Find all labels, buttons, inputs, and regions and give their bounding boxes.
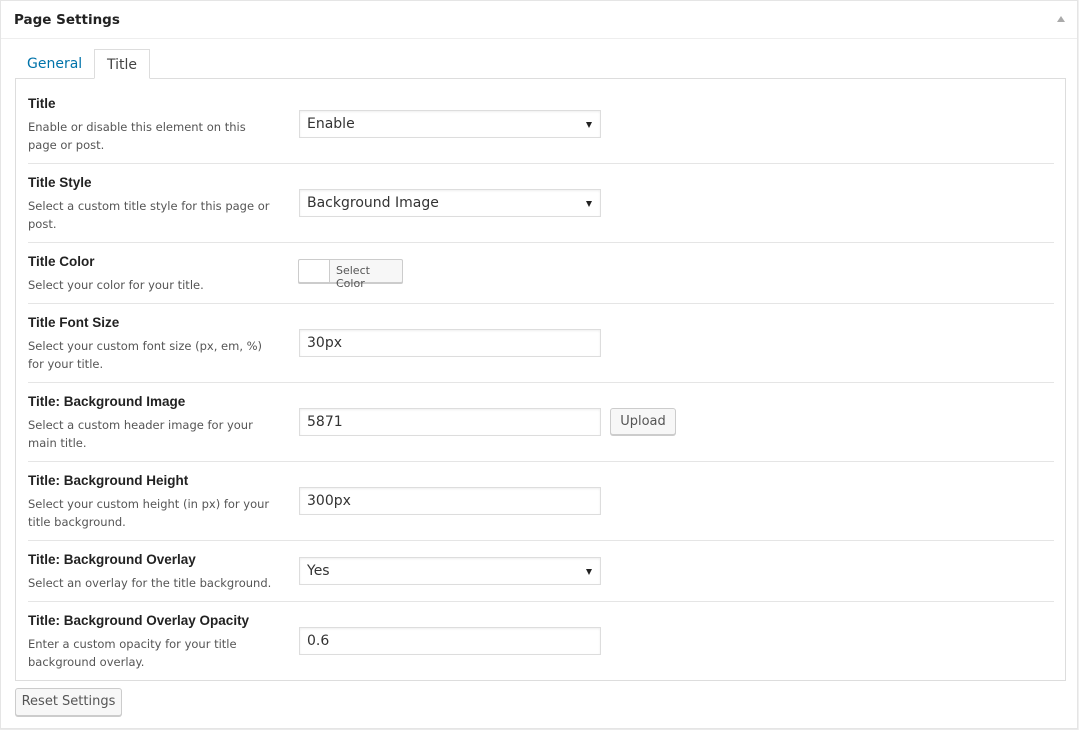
- title-settings-panel: Title Enable or disable this element on …: [15, 78, 1066, 681]
- chevron-down-icon: [586, 569, 592, 575]
- setting-description: Select a custom header image for your ma…: [28, 418, 253, 450]
- setting-row-title: Title Enable or disable this element on …: [28, 96, 1054, 164]
- metabox-title: Page Settings: [14, 12, 120, 28]
- setting-label: Title: Background Overlay Opacity: [28, 613, 250, 628]
- metabox-header[interactable]: Page Settings: [1, 1, 1077, 39]
- color-swatch: [299, 260, 330, 282]
- background-overlay-opacity-input[interactable]: 0.6: [299, 627, 601, 655]
- tab-general[interactable]: General: [15, 49, 94, 79]
- page-settings-metabox: Page Settings General Title Title Enable…: [0, 0, 1078, 729]
- setting-row-background-image: Title: Background Image Select a custom …: [28, 394, 1054, 462]
- setting-description: Enter a custom opacity for your title ba…: [28, 637, 237, 669]
- background-height-input[interactable]: 300px: [299, 487, 601, 515]
- setting-label: Title: Background Height: [28, 473, 189, 488]
- input-value: 5871: [307, 414, 343, 430]
- setting-row-background-height: Title: Background Height Select your cus…: [28, 473, 1054, 541]
- select-value: Yes: [307, 563, 330, 579]
- setting-label: Title: [28, 96, 56, 111]
- setting-label: Title: Background Overlay: [28, 552, 196, 567]
- input-value: 300px: [307, 493, 351, 509]
- select-value: Background Image: [307, 195, 439, 211]
- input-value: 30px: [307, 335, 342, 351]
- setting-row-background-overlay-opacity: Title: Background Overlay Opacity Enter …: [28, 613, 1054, 681]
- setting-label: Title Style: [28, 175, 92, 190]
- setting-description: Select your color for your title.: [28, 278, 204, 292]
- setting-description: Select an overlay for the title backgrou…: [28, 576, 272, 590]
- tab-title[interactable]: Title: [94, 49, 151, 79]
- setting-row-background-overlay: Title: Background Overlay Select an over…: [28, 552, 1054, 602]
- select-value: Enable: [307, 116, 355, 132]
- setting-description: Select your custom font size (px, em, %)…: [28, 339, 263, 371]
- title-enable-select[interactable]: Enable: [299, 110, 601, 138]
- upload-button[interactable]: Upload: [610, 408, 676, 435]
- chevron-down-icon: [586, 201, 592, 207]
- setting-description: Enable or disable this element on this p…: [28, 120, 246, 152]
- collapse-toggle-icon[interactable]: [1057, 16, 1065, 22]
- chevron-down-icon: [586, 122, 592, 128]
- setting-label: Title: Background Image: [28, 394, 186, 409]
- setting-description: Select your custom height (in px) for yo…: [28, 497, 270, 529]
- setting-description: Select a custom title style for this pag…: [28, 199, 270, 231]
- title-font-size-input[interactable]: 30px: [299, 329, 601, 357]
- setting-label: Title Color: [28, 254, 95, 269]
- title-color-picker-button[interactable]: Select Color: [298, 259, 403, 290]
- setting-label: Title Font Size: [28, 315, 120, 330]
- setting-row-title-color: Title Color Select your color for your t…: [28, 254, 1054, 304]
- setting-row-title-font-size: Title Font Size Select your custom font …: [28, 315, 1054, 383]
- setting-row-title-style: Title Style Select a custom title style …: [28, 175, 1054, 243]
- input-value: 0.6: [307, 633, 330, 649]
- background-image-input[interactable]: 5871: [299, 408, 601, 436]
- background-overlay-select[interactable]: Yes: [299, 557, 601, 585]
- title-style-select[interactable]: Background Image: [299, 189, 601, 217]
- color-picker-label: Select Color: [336, 264, 370, 290]
- reset-settings-button[interactable]: Reset Settings: [15, 688, 122, 716]
